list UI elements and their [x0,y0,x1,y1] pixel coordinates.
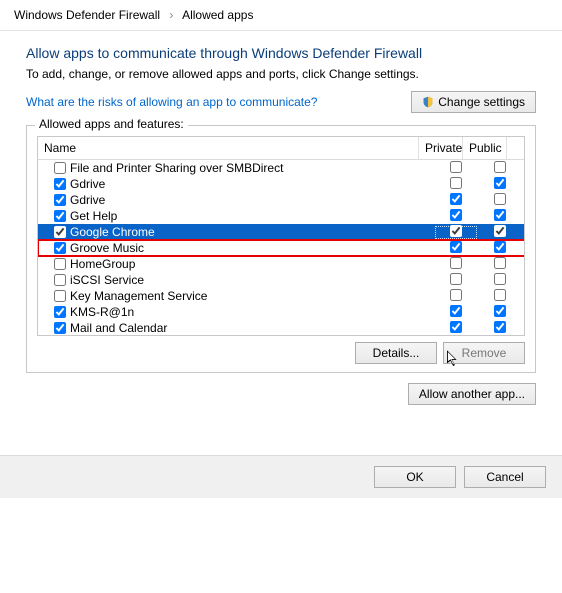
row-enable-checkbox[interactable] [54,258,66,270]
column-header-private[interactable]: Private [419,137,463,159]
row-public-checkbox[interactable] [494,305,506,317]
row-private-checkbox[interactable] [450,241,462,253]
change-settings-button[interactable]: Change settings [411,91,536,113]
row-public-checkbox[interactable] [494,209,506,221]
allowed-apps-group: Allowed apps and features: Name Private … [26,125,536,373]
shield-icon [422,96,434,108]
chevron-right-icon: › [169,8,173,22]
row-private-checkbox[interactable] [450,289,462,301]
column-header-name[interactable]: Name [38,137,419,159]
row-app-name: Google Chrome [70,225,155,239]
scrollbar-header-stub [507,137,524,159]
table-row[interactable]: Gdrive [38,192,524,208]
row-private-checkbox[interactable] [450,305,462,317]
table-rows-scroll[interactable]: File and Printer Sharing over SMBDirect G… [38,160,524,335]
row-app-name: HomeGroup [70,257,135,271]
row-public-checkbox[interactable] [494,273,506,285]
breadcrumb: Windows Defender Firewall › Allowed apps [0,0,562,31]
risks-link[interactable]: What are the risks of allowing an app to… [26,95,317,109]
row-app-name: Groove Music [70,241,144,255]
row-public-checkbox[interactable] [494,225,506,237]
groupbox-title: Allowed apps and features: [35,117,188,131]
row-enable-checkbox[interactable] [54,306,66,318]
row-public-checkbox[interactable] [494,241,506,253]
row-public-checkbox[interactable] [494,289,506,301]
table-row[interactable]: Google Chrome [38,224,524,240]
row-public-checkbox[interactable] [494,321,506,333]
remove-button[interactable]: Remove [443,342,525,364]
row-public-checkbox[interactable] [494,257,506,269]
cancel-button[interactable]: Cancel [464,466,546,488]
row-app-name: Mail and Calendar [70,321,167,335]
dialog-footer: OK Cancel [0,455,562,498]
row-enable-checkbox[interactable] [54,194,66,206]
row-private-checkbox[interactable] [450,257,462,269]
row-app-name: Get Help [70,209,117,223]
row-app-name: KMS-R@1n [70,305,134,319]
row-public-checkbox[interactable] [494,161,506,173]
table-row[interactable]: Groove Music [38,240,524,256]
allowed-apps-table: Name Private Public File and Printer Sha… [37,136,525,336]
table-row[interactable]: HomeGroup [38,256,524,272]
table-row[interactable]: Get Help [38,208,524,224]
row-app-name: File and Printer Sharing over SMBDirect [70,161,283,175]
row-private-checkbox[interactable] [450,273,462,285]
breadcrumb-root[interactable]: Windows Defender Firewall [14,8,160,22]
row-private-checkbox[interactable] [450,321,462,333]
row-enable-checkbox[interactable] [54,210,66,222]
row-private-checkbox[interactable] [450,161,462,173]
table-row[interactable]: Mail and Calendar [38,320,524,335]
page-title: Allow apps to communicate through Window… [26,45,536,61]
row-private-checkbox[interactable] [450,209,462,221]
row-enable-checkbox[interactable] [54,322,66,334]
row-enable-checkbox[interactable] [54,290,66,302]
row-public-checkbox[interactable] [494,177,506,189]
row-enable-checkbox[interactable] [54,274,66,286]
table-row[interactable]: iSCSI Service [38,272,524,288]
row-app-name: iSCSI Service [70,273,144,287]
row-enable-checkbox[interactable] [54,162,66,174]
row-app-name: Gdrive [70,193,105,207]
row-enable-checkbox[interactable] [54,226,66,238]
row-private-checkbox[interactable] [450,177,462,189]
ok-button[interactable]: OK [374,466,456,488]
column-header-public[interactable]: Public [463,137,507,159]
table-row[interactable]: File and Printer Sharing over SMBDirect [38,160,524,176]
row-private-checkbox[interactable] [450,225,462,237]
row-enable-checkbox[interactable] [54,178,66,190]
row-private-checkbox[interactable] [450,193,462,205]
row-enable-checkbox[interactable] [54,242,66,254]
table-row[interactable]: KMS-R@1n [38,304,524,320]
table-row[interactable]: Gdrive [38,176,524,192]
row-app-name: Gdrive [70,177,105,191]
change-settings-label: Change settings [438,95,525,109]
breadcrumb-current: Allowed apps [182,8,253,22]
table-row[interactable]: Key Management Service [38,288,524,304]
content-pane: Allow apps to communicate through Window… [0,31,562,415]
row-public-checkbox[interactable] [494,193,506,205]
row-app-name: Key Management Service [70,289,207,303]
details-button[interactable]: Details... [355,342,437,364]
page-subtitle: To add, change, or remove allowed apps a… [26,67,536,81]
allow-another-app-button[interactable]: Allow another app... [408,383,536,405]
